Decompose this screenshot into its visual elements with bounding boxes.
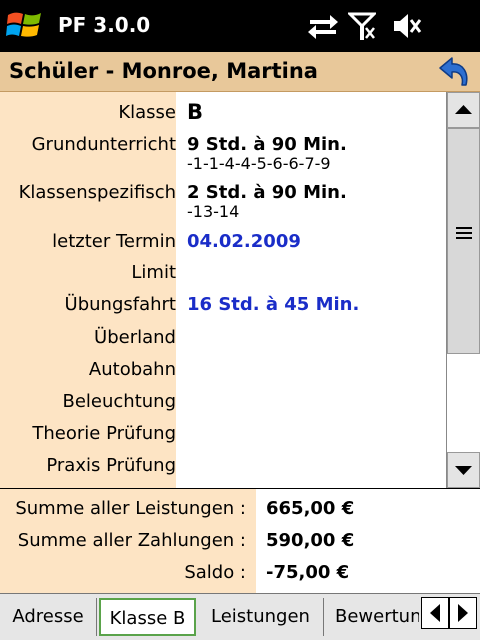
tab-klasse-b[interactable]: Klasse B	[99, 598, 196, 636]
summary-panel: Summe aller Leistungen : 665,00 € Summe …	[0, 488, 480, 593]
triangle-up-icon	[455, 105, 472, 114]
back-arrow-icon[interactable]	[436, 55, 472, 89]
detail-label: Klasse	[118, 102, 176, 123]
summary-label: Summe aller Leistungen :	[15, 498, 246, 519]
summary-value: -75,00 €	[266, 562, 350, 583]
detail-label: Übungsfahrt	[64, 294, 176, 315]
page-header: Schüler - Monroe, Martina	[0, 52, 480, 92]
summary-label: Summe aller Zahlungen :	[17, 530, 246, 551]
detail-label: Beleuchtung	[62, 391, 176, 412]
summary-row-zahlungen: Summe aller Zahlungen : 590,00 €	[0, 530, 480, 562]
summary-row-leistungen: Summe aller Leistungen : 665,00 €	[0, 498, 480, 530]
student-details: Klasse B Grundunterricht 9 Std. à 90 Min…	[0, 92, 480, 488]
summary-value: 665,00 €	[266, 498, 355, 519]
summary-label: Saldo :	[184, 562, 246, 583]
detail-label: Autobahn	[88, 359, 176, 380]
status-bar: PF 3.0.0	[0, 0, 480, 52]
tab-bar: Adresse Klasse B Leistungen Bewertung	[0, 593, 480, 640]
detail-label: Praxis Prüfung	[46, 455, 176, 476]
page-title: Schüler - Monroe, Martina	[9, 59, 318, 83]
triangle-down-icon	[455, 466, 472, 475]
tab-adresse[interactable]: Adresse	[0, 598, 97, 636]
detail-value: 9 Std. à 90 Min.	[187, 134, 347, 155]
antenna-signal-icon[interactable]	[348, 12, 376, 40]
triangle-left-icon	[430, 604, 440, 622]
detail-label: Theorie Prüfung	[32, 423, 176, 444]
summary-row-saldo: Saldo : -75,00 €	[0, 562, 480, 594]
detail-label: letzter Termin	[52, 231, 176, 252]
scroll-up-button[interactable]	[447, 92, 480, 128]
triangle-right-icon	[458, 604, 468, 622]
speaker-muted-icon[interactable]	[392, 12, 422, 40]
vertical-scrollbar[interactable]	[446, 92, 480, 488]
sync-arrows-icon[interactable]	[306, 12, 340, 40]
scroll-thumb[interactable]	[447, 128, 480, 354]
app-title: PF 3.0.0	[58, 13, 151, 37]
detail-subvalue: -1-1-4-4-5-6-6-7-9	[187, 154, 331, 173]
detail-label: Überland	[94, 327, 176, 348]
tab-leistungen[interactable]: Leistungen	[198, 598, 324, 636]
summary-value: 590,00 €	[266, 530, 355, 551]
detail-value: B	[187, 100, 204, 124]
detail-label: Limit	[131, 262, 176, 283]
detail-label: Klassenspezifisch	[18, 182, 176, 203]
detail-label: Grundunterricht	[31, 134, 176, 155]
detail-value: 04.02.2009	[187, 231, 301, 252]
detail-value: 16 Std. à 45 Min.	[187, 294, 360, 315]
tab-bewertung[interactable]: Bewertung	[325, 598, 419, 636]
windows-logo-icon[interactable]	[6, 8, 44, 44]
detail-value: 2 Std. à 90 Min.	[187, 182, 347, 203]
grip-lines-icon	[456, 227, 472, 239]
detail-subvalue: -13-14	[187, 202, 240, 221]
tab-scroll-right-button[interactable]	[449, 597, 477, 629]
scroll-down-button[interactable]	[447, 452, 480, 488]
tab-scroll-left-button[interactable]	[421, 597, 449, 629]
